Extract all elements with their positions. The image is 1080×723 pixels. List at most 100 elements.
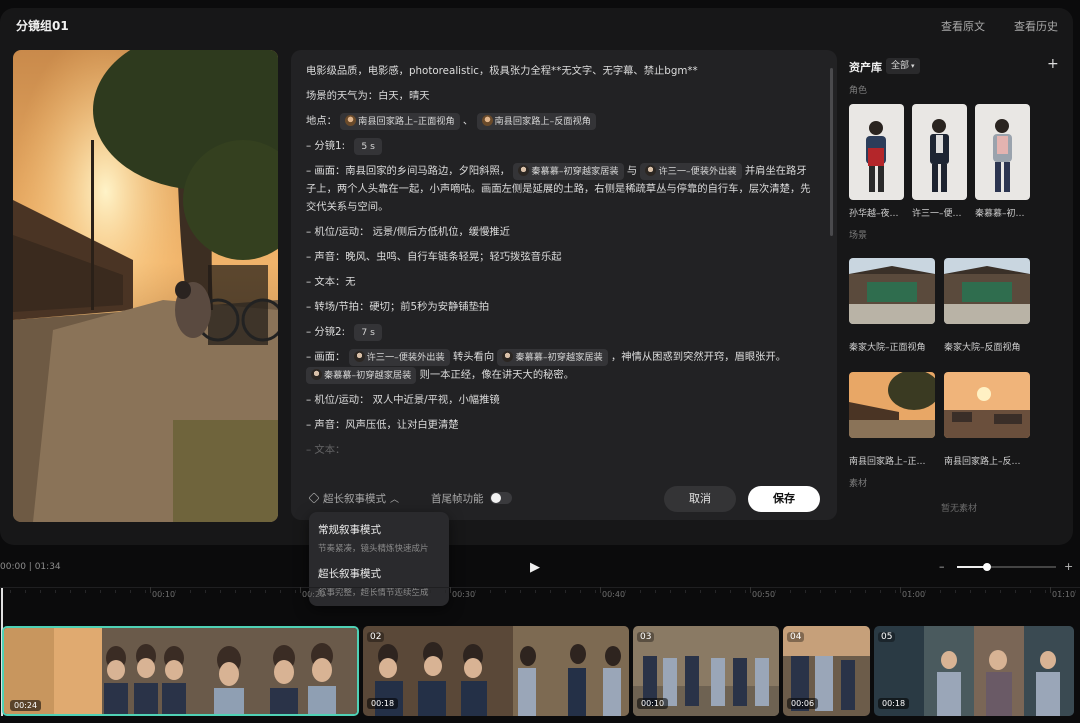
ruler-minor-tick — [1075, 590, 1076, 593]
clip-number: 02 — [367, 632, 385, 642]
shot1-header: – 分镜1: 5 s — [306, 137, 811, 155]
ruler-tick-label: 01:10 — [1052, 590, 1076, 599]
duration-chip[interactable]: 7 s — [354, 323, 382, 341]
prompt-text-area[interactable]: 电影级品质，电影感，photorealistic，极具张力全程**无文字、无字幕… — [291, 50, 825, 462]
tail-frame-toggle[interactable] — [490, 492, 512, 504]
ruler-tick — [900, 587, 901, 593]
asset-library-title: 资产库 — [849, 61, 882, 74]
clip-number: 05 — [878, 632, 896, 642]
ruler-minor-tick — [925, 590, 926, 593]
timeline-clip[interactable]: 03 00:10 — [633, 626, 779, 716]
chevron-up-icon: ︿ — [390, 495, 400, 505]
add-asset-icon[interactable]: + — [1047, 56, 1059, 72]
scene-caption: 秦家大院–反面视角 — [944, 343, 1021, 353]
editor-scrollbar[interactable] — [830, 68, 833, 236]
ruler-minor-tick — [850, 590, 851, 593]
section-scenes: 场景 — [849, 231, 868, 241]
ruler-minor-tick — [550, 590, 551, 593]
zoom-out-icon[interactable]: – — [939, 560, 945, 573]
asset-filter-dropdown[interactable]: 全部 ▾ — [886, 58, 920, 74]
style-line: 电影级品质，电影感，photorealistic，极具张力全程**无文字、无字幕… — [306, 65, 698, 77]
scene-caption: 南县回家路上–反… — [944, 457, 1021, 467]
timeline-clip[interactable]: 04 00:06 — [783, 626, 870, 716]
cube-icon — [308, 492, 320, 504]
ruler-minor-tick — [190, 590, 191, 593]
ruler-tick-label: 00:20 — [302, 590, 326, 599]
ruler-minor-tick — [220, 590, 221, 593]
scene-caption: 秦家大院–正面视角 — [849, 343, 926, 353]
role-thumb[interactable] — [912, 104, 967, 200]
ruler-minor-tick — [1060, 590, 1061, 593]
ruler-minor-tick — [100, 590, 101, 593]
mode-option-regular[interactable]: 常规叙事模式 节奏紧凑，镜头精炼快速成片 — [318, 522, 429, 554]
location-chip[interactable]: 南县回家路上–反面视角 — [476, 112, 596, 130]
ruler-minor-tick — [115, 590, 116, 593]
zoom-in-icon[interactable]: + — [1064, 560, 1073, 573]
ruler-minor-tick — [715, 590, 716, 593]
save-button[interactable]: 保存 — [748, 486, 820, 512]
narrative-mode-dropdown[interactable]: 超长叙事模式 ︿ — [308, 491, 400, 506]
ruler-minor-tick — [880, 590, 881, 593]
ruler-minor-tick — [1045, 590, 1046, 593]
ruler-minor-tick — [595, 590, 596, 593]
shot2-sound: – 声音：风声压低，让对白更清楚 — [306, 419, 459, 431]
character-chip[interactable]: 许三一–便装外出装 — [640, 162, 742, 180]
shot2-camera: – 机位/运动： 双人中近景/平视，小幅推镜 — [306, 394, 500, 406]
ruler-minor-tick — [385, 590, 386, 593]
ruler-minor-tick — [625, 590, 626, 593]
ruler — [0, 587, 1080, 588]
ruler-tick-label: 00:10 — [152, 590, 176, 599]
character-chip[interactable]: 秦慕慕–初穿越家居装 — [513, 162, 624, 180]
scene-thumb[interactable] — [944, 258, 1030, 324]
clip-duration: 00:06 — [787, 698, 819, 709]
ruler-minor-tick — [790, 590, 791, 593]
narrative-mode-menu: 常规叙事模式 节奏紧凑，镜头精炼快速成片 超长叙事模式 叙事完整，超长情节连续生… — [309, 512, 449, 606]
ruler-tick — [600, 587, 601, 593]
ruler-tick — [150, 587, 151, 593]
ruler-minor-tick — [910, 590, 911, 593]
duration-chip[interactable]: 5 s — [354, 137, 382, 155]
scene-thumb[interactable] — [944, 372, 1030, 438]
play-icon[interactable]: ▶ — [530, 560, 540, 575]
location-chip[interactable]: 南县回家路上–正面视角 — [340, 112, 460, 130]
zoom-slider[interactable] — [957, 563, 1056, 571]
ruler-minor-tick — [325, 590, 326, 593]
ruler-minor-tick — [520, 590, 521, 593]
timeline-clip-selected[interactable]: 00:24 — [2, 626, 359, 716]
ruler-minor-tick — [760, 590, 761, 593]
character-chip[interactable]: 许三一–便装外出装 — [348, 348, 450, 366]
ruler-minor-tick — [460, 590, 461, 593]
character-avatar-icon — [311, 368, 322, 380]
role-thumb[interactable] — [849, 104, 904, 200]
shot2-header: – 分镜2: 7 s — [306, 323, 811, 341]
ruler-tick — [300, 587, 301, 593]
cancel-button[interactable]: 取消 — [664, 486, 736, 512]
ruler-minor-tick — [700, 590, 701, 593]
view-history-link[interactable]: 查看历史 — [1014, 18, 1058, 34]
mode-option-long[interactable]: 超长叙事模式 叙事完整，超长情节连续生成 — [318, 566, 429, 598]
ruler-minor-tick — [205, 590, 206, 593]
scene-thumb[interactable] — [849, 258, 935, 324]
ruler-minor-tick — [955, 590, 956, 593]
ruler-minor-tick — [445, 590, 446, 593]
ruler-minor-tick — [1015, 590, 1016, 593]
timeline-clip[interactable]: 05 00:18 — [874, 626, 1074, 716]
clip-number: 04 — [787, 632, 805, 642]
section-roles: 角色 — [849, 86, 868, 96]
character-avatar-icon — [645, 164, 657, 176]
ruler-minor-tick — [415, 590, 416, 593]
timeline-clip[interactable]: 02 00:18 — [363, 626, 629, 716]
ruler-minor-tick — [490, 590, 491, 593]
role-thumb[interactable] — [975, 104, 1030, 200]
ruler-minor-tick — [835, 590, 836, 593]
view-original-link[interactable]: 查看原文 — [941, 18, 985, 34]
scene-thumb-icon — [345, 114, 357, 126]
prompt-editor[interactable]: 电影级品质，电影感，photorealistic，极具张力全程**无文字、无字幕… — [291, 50, 837, 520]
character-chip[interactable]: 秦慕慕–初穿越家居装 — [306, 366, 417, 384]
ruler-tick — [750, 587, 751, 593]
character-chip[interactable]: 秦慕慕–初穿越家居装 — [497, 348, 608, 366]
timecode: 00:00 | 01:34 — [0, 562, 61, 572]
ruler-minor-tick — [730, 590, 731, 593]
section-material: 素材 — [849, 479, 868, 489]
scene-thumb[interactable] — [849, 372, 935, 438]
